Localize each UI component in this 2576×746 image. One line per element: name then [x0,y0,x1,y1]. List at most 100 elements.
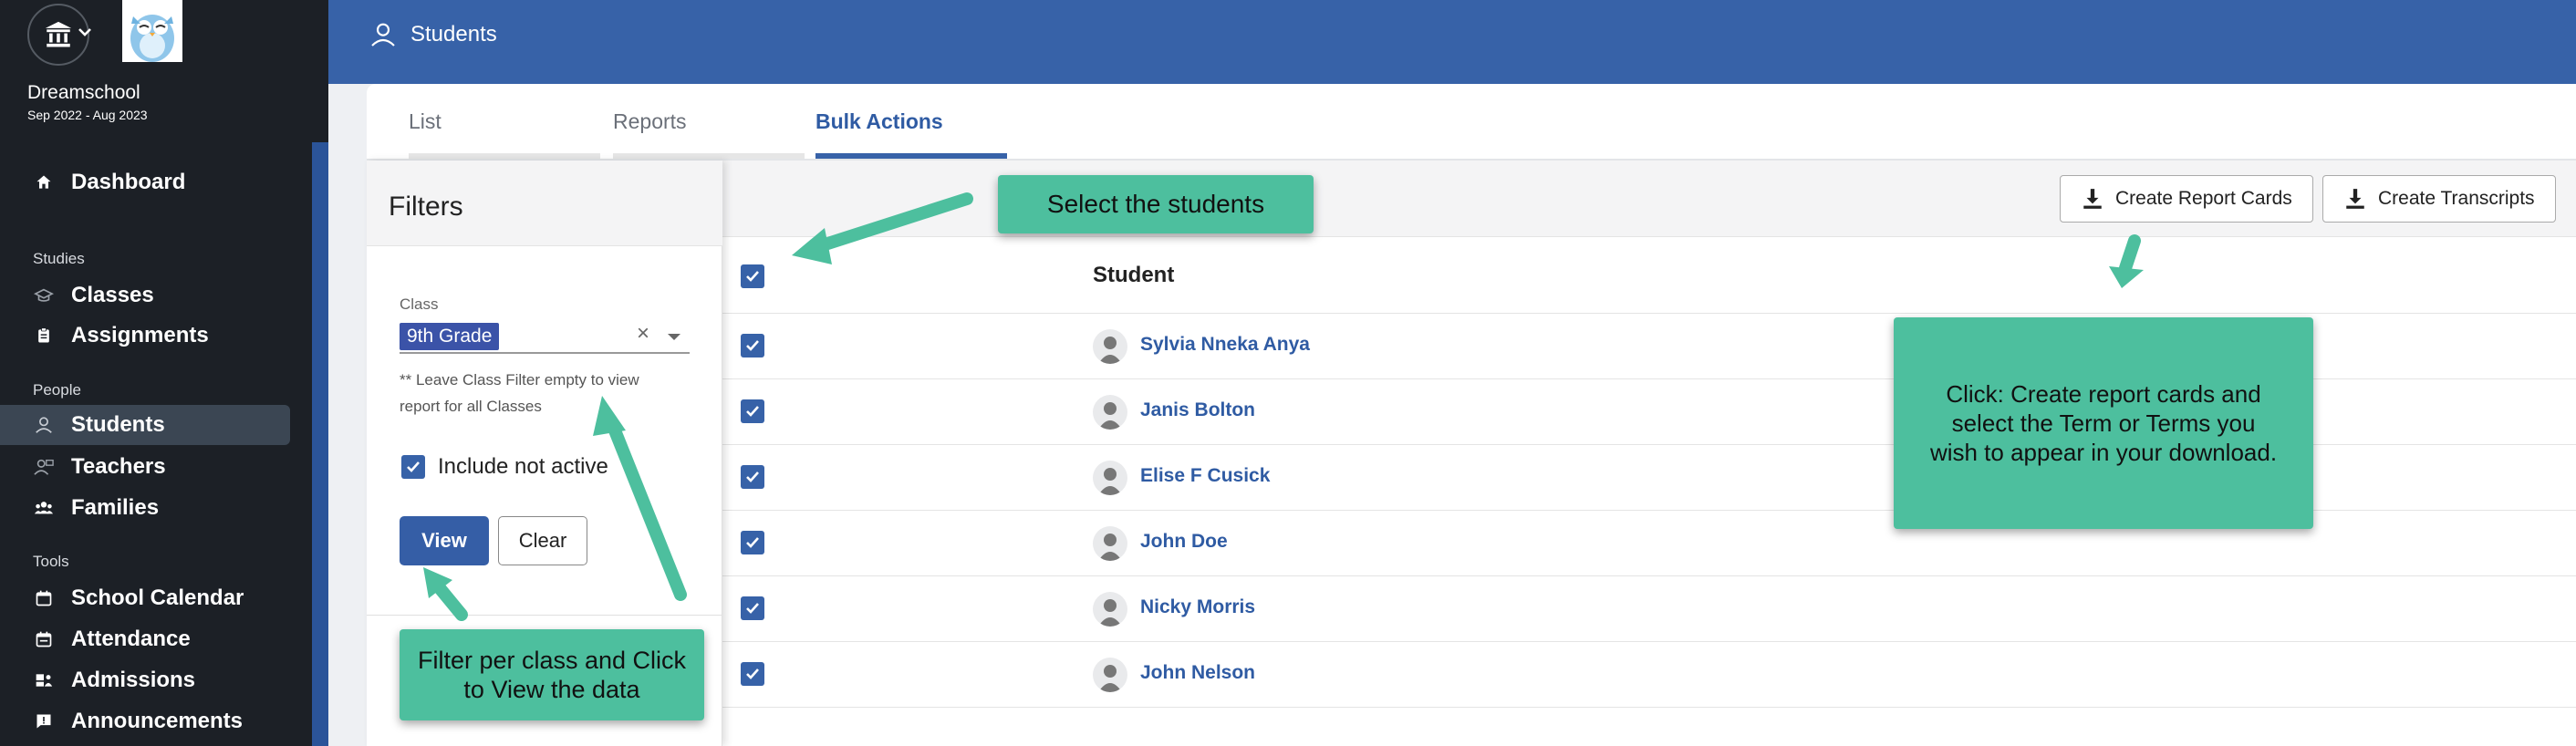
nav-families[interactable]: Families [0,488,290,528]
student-name-link[interactable]: Nicky Morris [1140,596,1255,618]
class-filter-chip[interactable]: 9th Grade [400,323,500,350]
filters-header: Filters [367,161,722,246]
row-checkbox[interactable] [741,531,764,554]
tab-bulk-actions-underline [815,153,1007,159]
person-icon [371,23,395,47]
nav-section-studies: Studies [33,250,85,267]
default-avatar-icon [1098,402,1122,430]
avatar [1093,592,1127,627]
create-report-cards-button[interactable]: Create Report Cards [2060,175,2313,223]
chevron-down-icon[interactable] [77,24,93,40]
student-name-link[interactable]: John Nelson [1140,662,1255,684]
checkmark-icon [746,471,759,482]
create-transcripts-button[interactable]: Create Transcripts [2322,175,2556,223]
column-header-student[interactable]: Student [1093,263,1174,288]
page-title: Students [410,22,497,47]
nav-admissions-label: Admissions [71,668,196,692]
nav-families-label: Families [71,495,160,520]
announcement-icon [33,710,55,732]
callout-select-students: Select the students [998,175,1314,233]
checkmark-icon [746,537,759,548]
home-icon [33,171,55,193]
user-avatar[interactable] [122,0,182,62]
table-row: John Nelson [722,642,2576,708]
institution-icon [45,21,72,47]
nav-teachers-label: Teachers [71,454,166,479]
filters-title: Filters [389,192,463,222]
checkmark-icon [407,461,420,472]
tab-reports[interactable]: Reports [613,109,687,134]
nav-classes[interactable]: Classes [0,275,290,316]
class-filter-help: ** Leave Class Filter empty to view repo… [400,371,639,415]
table-row: Nicky Morris [722,576,2576,642]
row-checkbox[interactable] [741,465,764,489]
group-icon [33,497,55,519]
nav-dashboard-label: Dashboard [71,170,186,194]
nav-attendance[interactable]: Attendance [0,619,290,659]
create-transcripts-label: Create Transcripts [2378,188,2535,209]
default-avatar-icon [1098,468,1122,495]
avatar [1093,329,1127,364]
calendar-check-icon [33,628,55,650]
page-header: Students [328,0,2576,84]
row-checkbox[interactable] [741,662,764,686]
nav-students[interactable]: Students [0,405,290,445]
checkmark-icon [746,603,759,614]
nav-assignments[interactable]: Assignments [0,316,290,356]
nav-school-calendar[interactable]: School Calendar [0,578,290,618]
row-checkbox[interactable] [741,334,764,357]
tab-bulk-actions[interactable]: Bulk Actions [815,109,943,134]
mortarboard-icon [33,285,55,306]
tab-list[interactable]: List [409,109,441,134]
table-header-row: Student [722,237,2576,314]
person-icon [33,414,55,436]
callout-filter-class: Filter per class and Click to View the d… [400,629,704,720]
clear-button[interactable]: Clear [498,516,587,565]
school-year-dates: Sep 2022 - Aug 2023 [27,108,148,122]
tab-reports-underline [613,153,805,159]
view-button[interactable]: View [400,516,489,565]
checkmark-icon [746,668,759,679]
default-avatar-icon [1098,665,1122,692]
checkmark-icon [746,340,759,351]
download-icon [2083,189,2102,209]
teacher-icon [33,456,55,478]
class-filter-select[interactable]: 9th Grade × [400,321,690,354]
nav-assignments-label: Assignments [71,323,209,347]
nav-announcements[interactable]: Announcements [0,701,290,741]
nav-section-people: People [33,381,81,399]
create-report-cards-label: Create Report Cards [2115,188,2292,209]
row-checkbox[interactable] [741,596,764,620]
caret-down-icon[interactable] [668,334,680,340]
tab-bar [367,84,2576,161]
include-not-active-label: Include not active [438,454,608,479]
default-avatar-icon [1098,534,1122,561]
nav-teachers[interactable]: Teachers [0,447,290,487]
nav-dashboard[interactable]: Dashboard [0,162,290,202]
sidebar-scrollbar[interactable] [312,142,328,746]
student-name-link[interactable]: Janis Bolton [1140,399,1255,421]
default-avatar-icon [1098,337,1122,364]
select-all-checkbox[interactable] [741,264,764,288]
admissions-icon [33,669,55,691]
student-name-link[interactable]: Sylvia Nneka Anya [1140,334,1310,356]
avatar [1093,461,1127,495]
include-not-active-checkbox[interactable] [401,455,425,479]
student-name-link[interactable]: Elise F Cusick [1140,465,1270,487]
row-checkbox[interactable] [741,399,764,423]
nav-classes-label: Classes [71,283,154,307]
owl-avatar-icon [130,15,174,62]
filters-divider [367,615,722,616]
checkmark-icon [746,406,759,417]
avatar [1093,526,1127,561]
nav-school-calendar-label: School Calendar [71,585,244,610]
sidebar: Dreamschool Sep 2022 - Aug 2023 Dashboar… [0,0,328,746]
include-not-active-row[interactable]: Include not active [401,454,608,480]
nav-admissions[interactable]: Admissions [0,660,290,700]
checkmark-icon [746,271,759,282]
nav-students-label: Students [71,412,165,437]
nav-announcements-label: Announcements [71,709,244,733]
class-filter-label: Class [400,295,439,313]
student-name-link[interactable]: John Doe [1140,531,1228,553]
clear-selection-icon[interactable]: × [637,321,649,347]
